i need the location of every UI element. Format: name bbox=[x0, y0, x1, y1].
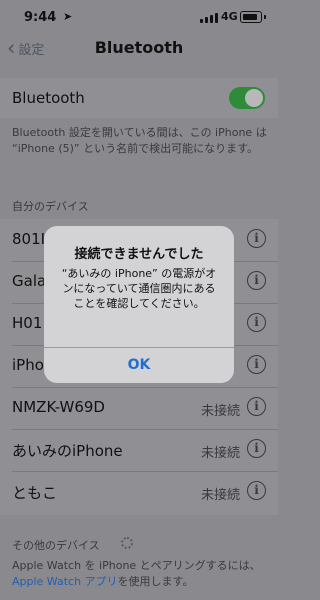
info-icon[interactable]: i bbox=[247, 271, 266, 290]
alert-title: 接続できませんでした bbox=[74, 247, 204, 262]
bluetooth-footnote: Bluetooth 設定を開いている間は、この iPhone は “iPhone… bbox=[12, 126, 267, 155]
device-status: 未接続 bbox=[200, 404, 240, 419]
device-name: Gala bbox=[12, 272, 47, 290]
page-title: Bluetooth bbox=[94, 38, 184, 57]
apple-watch-footer: Apple Watch を iPhone とペアリングするには、 Apple Wa… bbox=[12, 558, 268, 590]
device-status: 未接続 bbox=[200, 488, 240, 503]
device-row[interactable]: ともこ 未接続 i bbox=[12, 471, 278, 513]
device-name: あいみのiPhone bbox=[12, 442, 123, 460]
info-icon[interactable]: i bbox=[247, 313, 266, 332]
loading-spinner-icon bbox=[121, 537, 133, 549]
device-status: 未接続 bbox=[200, 446, 240, 461]
network-type: 4G bbox=[221, 10, 238, 23]
apple-watch-app-link[interactable]: Apple Watch アプリ bbox=[12, 575, 118, 588]
alert-message: “あいみの iPhone” の電源がオンになっていて通信圏内にあることを確認して… bbox=[61, 267, 217, 310]
device-name: H01 bbox=[12, 314, 43, 332]
device-row[interactable]: あいみのiPhone 未接続 i bbox=[12, 429, 278, 472]
device-name: 801I bbox=[12, 230, 46, 248]
device-name: NMZK-W69D bbox=[12, 398, 105, 416]
ok-button[interactable]: OK bbox=[44, 348, 234, 383]
my-devices-header: 自分のデバイス bbox=[12, 200, 89, 213]
footer-text: Apple Watch を iPhone とペアリングするには、 bbox=[12, 559, 261, 572]
alert-dialog: 接続できませんでした “あいみの iPhone” の電源がオンになっていて通信圏… bbox=[44, 226, 234, 383]
device-name: ともこ bbox=[12, 484, 58, 502]
bluetooth-label: Bluetooth bbox=[12, 89, 85, 107]
info-icon[interactable]: i bbox=[247, 355, 266, 374]
footer-tail: を使用します。 bbox=[117, 575, 194, 588]
status-time: 9:44 bbox=[24, 10, 57, 25]
device-name: iPho bbox=[12, 356, 44, 374]
battery-tip bbox=[264, 15, 266, 19]
info-icon[interactable]: i bbox=[247, 439, 266, 458]
device-row[interactable]: NMZK-W69D 未接続 i bbox=[12, 387, 278, 430]
battery-icon bbox=[240, 11, 262, 23]
info-icon[interactable]: i bbox=[247, 481, 266, 500]
info-icon[interactable]: i bbox=[247, 397, 266, 416]
status-bar: 9:44 ➤ 4G bbox=[0, 0, 278, 36]
location-arrow-icon: ➤ bbox=[63, 10, 73, 23]
toggle-knob bbox=[245, 89, 263, 107]
other-devices-header: その他のデバイス bbox=[12, 539, 100, 552]
cellular-signal-icon bbox=[200, 13, 218, 23]
info-icon[interactable]: i bbox=[247, 229, 266, 248]
